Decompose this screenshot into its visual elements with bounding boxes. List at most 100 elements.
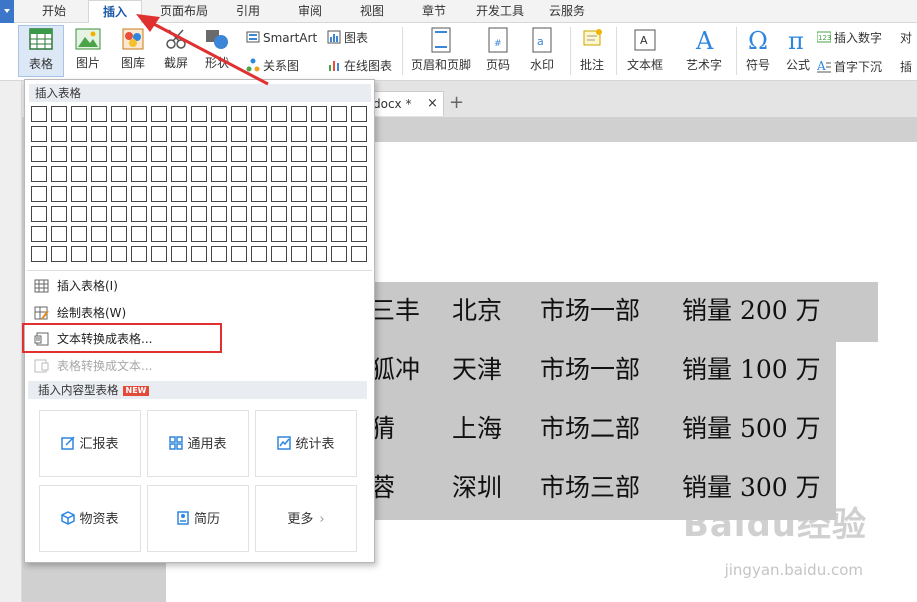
grid-cell[interactable] — [251, 186, 267, 202]
grid-cell[interactable] — [291, 186, 307, 202]
grid-cell[interactable] — [311, 106, 327, 122]
shapes-button[interactable]: 形状 — [199, 27, 235, 71]
grid-cell[interactable] — [31, 226, 47, 242]
grid-cell[interactable] — [71, 126, 87, 142]
grid-cell[interactable] — [111, 226, 127, 242]
grid-cell[interactable] — [211, 166, 227, 182]
grid-cell[interactable] — [51, 246, 67, 262]
grid-cell[interactable] — [291, 126, 307, 142]
grid-cell[interactable] — [191, 126, 207, 142]
grid-cell[interactable] — [171, 186, 187, 202]
grid-cell[interactable] — [291, 146, 307, 162]
grid-cell[interactable] — [291, 166, 307, 182]
tab-developer[interactable]: 开发工具 — [470, 0, 530, 23]
grid-cell[interactable] — [171, 246, 187, 262]
grid-cell[interactable] — [331, 186, 347, 202]
grid-cell[interactable] — [191, 186, 207, 202]
grid-cell[interactable] — [51, 146, 67, 162]
grid-cell[interactable] — [51, 106, 67, 122]
grid-cell[interactable] — [231, 186, 247, 202]
online-chart-button[interactable]: 在线图表 — [327, 57, 392, 75]
grid-cell[interactable] — [311, 146, 327, 162]
grid-cell[interactable] — [151, 226, 167, 242]
page-number-button[interactable]: # 页码 — [478, 27, 518, 73]
grid-cell[interactable] — [231, 166, 247, 182]
report-table-card[interactable]: 汇报表 — [39, 410, 141, 477]
grid-cell[interactable] — [211, 186, 227, 202]
grid-cell[interactable] — [191, 146, 207, 162]
grid-cell[interactable] — [131, 246, 147, 262]
grid-cell[interactable] — [271, 186, 287, 202]
chart-button[interactable]: 图表 — [327, 29, 368, 47]
grid-cell[interactable] — [31, 106, 47, 122]
textbox-button[interactable]: A 文本框 — [622, 27, 668, 73]
grid-cell[interactable] — [131, 146, 147, 162]
grid-cell[interactable] — [131, 106, 147, 122]
grid-cell[interactable] — [251, 246, 267, 262]
grid-cell[interactable] — [91, 186, 107, 202]
grid-cell[interactable] — [171, 206, 187, 222]
wordart-button[interactable]: A 艺术字 — [678, 27, 730, 73]
grid-cell[interactable] — [271, 226, 287, 242]
grid-cell[interactable] — [191, 206, 207, 222]
grid-cell[interactable] — [211, 226, 227, 242]
grid-cell[interactable] — [291, 206, 307, 222]
grid-cell[interactable] — [91, 106, 107, 122]
grid-cell[interactable] — [251, 146, 267, 162]
statistics-table-card[interactable]: 统计表 — [255, 410, 357, 477]
grid-cell[interactable] — [331, 226, 347, 242]
header-footer-button[interactable]: 页眉和页脚 — [408, 27, 474, 73]
grid-cell[interactable] — [71, 146, 87, 162]
grid-cell[interactable] — [351, 246, 367, 262]
grid-cell[interactable] — [331, 106, 347, 122]
grid-cell[interactable] — [291, 226, 307, 242]
grid-cell[interactable] — [71, 226, 87, 242]
screenshot-button[interactable]: 截屏 — [156, 27, 196, 71]
grid-cell[interactable] — [91, 166, 107, 182]
grid-cell[interactable] — [171, 146, 187, 162]
grid-cell[interactable] — [311, 166, 327, 182]
grid-cell[interactable] — [71, 166, 87, 182]
more-card[interactable]: 更多 › — [255, 485, 357, 552]
grid-cell[interactable] — [271, 246, 287, 262]
grid-cell[interactable] — [111, 106, 127, 122]
grid-cell[interactable] — [351, 206, 367, 222]
grid-cell[interactable] — [31, 126, 47, 142]
grid-cell[interactable] — [151, 206, 167, 222]
grid-cell[interactable] — [291, 246, 307, 262]
watermark-button[interactable]: a 水印 — [522, 27, 562, 73]
symbol-button[interactable]: Ω 符号 — [739, 27, 777, 73]
grid-cell[interactable] — [171, 226, 187, 242]
tab-insert[interactable]: 插入 — [88, 0, 142, 24]
grid-cell[interactable] — [111, 206, 127, 222]
grid-cell[interactable] — [211, 106, 227, 122]
grid-cell[interactable] — [191, 166, 207, 182]
grid-cell[interactable] — [351, 226, 367, 242]
grid-cell[interactable] — [151, 126, 167, 142]
grid-cell[interactable] — [151, 146, 167, 162]
grid-cell[interactable] — [51, 166, 67, 182]
new-tab-button[interactable]: + — [449, 91, 464, 115]
grid-cell[interactable] — [131, 166, 147, 182]
grid-cell[interactable] — [131, 186, 147, 202]
grid-cell[interactable] — [351, 166, 367, 182]
grid-cell[interactable] — [191, 106, 207, 122]
grid-cell[interactable] — [131, 226, 147, 242]
grid-cell[interactable] — [271, 166, 287, 182]
grid-cell[interactable] — [311, 206, 327, 222]
tab-home[interactable]: 开始 — [29, 0, 79, 23]
gallery-button[interactable]: 图库 — [113, 27, 153, 71]
general-table-card[interactable]: 通用表 — [147, 410, 249, 477]
grid-cell[interactable] — [271, 106, 287, 122]
grid-cell[interactable] — [31, 206, 47, 222]
grid-cell[interactable] — [251, 106, 267, 122]
grid-cell[interactable] — [151, 246, 167, 262]
grid-cell[interactable] — [331, 206, 347, 222]
resume-card[interactable]: 简历 — [147, 485, 249, 552]
grid-cell[interactable] — [91, 146, 107, 162]
grid-cell[interactable] — [231, 246, 247, 262]
grid-cell[interactable] — [111, 146, 127, 162]
grid-cell[interactable] — [91, 206, 107, 222]
tab-references[interactable]: 引用 — [226, 0, 270, 23]
grid-cell[interactable] — [191, 226, 207, 242]
